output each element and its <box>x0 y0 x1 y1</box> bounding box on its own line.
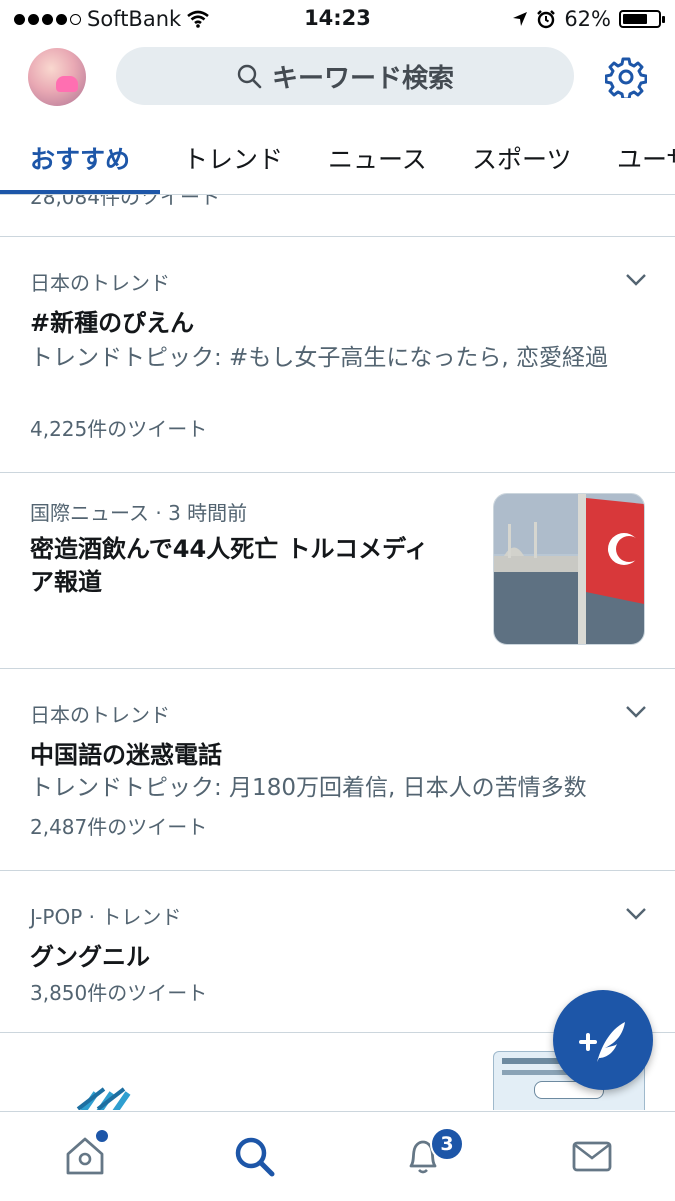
news-title: 密造酒飲んで44人死亡 トルコメディア報道 <box>30 535 429 596</box>
trend-item[interactable]: 日本のトレンド 中国語の迷惑電話 トレンドトピック: 月180万回着信, 日本人… <box>0 669 675 871</box>
chevron-down-icon[interactable] <box>625 907 647 921</box>
trend-title: グングニル <box>30 943 150 971</box>
status-right: 62% <box>512 7 665 31</box>
news-thumbnail[interactable] <box>493 493 645 645</box>
search-placeholder: キーワード検索 <box>271 63 454 94</box>
tweet-count: 4,225件のツイート <box>30 417 208 441</box>
alarm-icon <box>537 10 556 29</box>
tweet-count: 28,084件のツイート <box>30 195 220 209</box>
tab-users[interactable]: ユーザ <box>617 140 675 176</box>
trend-category: J-POP · トレンド <box>30 905 182 929</box>
home-new-indicator <box>94 1128 110 1144</box>
item-image <box>76 1087 131 1110</box>
news-category: 国際ニュース · 3 時間前 <box>30 501 248 525</box>
gear-icon[interactable] <box>605 56 647 98</box>
avatar[interactable] <box>28 48 86 106</box>
status-bar: SoftBank 14:23 62% <box>0 0 675 38</box>
trend-title: 中国語の迷惑電話 <box>30 741 222 769</box>
trend-category: 日本のトレンド <box>30 271 170 295</box>
tab-trends[interactable]: トレンド <box>183 140 283 176</box>
trend-item[interactable]: 日本のトレンド #新種のぴえん トレンドトピック: #もし女子高生になったら, … <box>0 237 675 473</box>
news-item[interactable]: 国際ニュース · 3 時間前 密造酒飲んで44人死亡 トルコメディア報道 <box>0 473 675 669</box>
active-tab-indicator <box>0 190 160 194</box>
tab-sports[interactable]: スポーツ <box>472 140 572 176</box>
tweet-count: 2,487件のツイート <box>30 815 208 839</box>
messages-envelope-icon[interactable] <box>570 1134 614 1178</box>
explore-tabs: おすすめ トレンド ニュース スポーツ ユーザ <box>0 122 675 195</box>
chevron-down-icon[interactable] <box>625 705 647 719</box>
trend-category: 日本のトレンド <box>30 703 170 727</box>
location-arrow-icon <box>513 12 528 26</box>
bottom-tab-bar <box>0 1111 675 1201</box>
trend-topic: トレンドトピック: #もし女子高生になったら, 恋愛経過 <box>30 345 608 371</box>
list-item[interactable]: 28,084件のツイート <box>0 195 675 237</box>
tweet-count: 3,850件のツイート <box>30 981 208 1005</box>
tab-recommended[interactable]: おすすめ <box>30 140 130 176</box>
battery-icon <box>619 10 665 28</box>
search-icon <box>237 64 262 89</box>
battery-percent: 62% <box>564 7 611 31</box>
trend-title: #新種のぴえん <box>30 309 195 337</box>
trend-feed: 28,084件のツイート 日本のトレンド #新種のぴえん トレンドトピック: #… <box>0 195 675 1110</box>
istanbul-flag-image <box>494 494 644 644</box>
notification-badge: 3 <box>430 1127 464 1161</box>
chevron-down-icon[interactable] <box>625 273 647 287</box>
compose-feather-icon <box>579 1022 625 1062</box>
search-tab-icon[interactable] <box>232 1134 276 1178</box>
tab-news[interactable]: ニュース <box>328 140 427 176</box>
compose-tweet-button[interactable] <box>553 990 653 1090</box>
search-input[interactable]: キーワード検索 <box>116 47 574 105</box>
trend-topic: トレンドトピック: 月180万回着信, 日本人の苦情多数 <box>30 775 587 801</box>
explore-header: キーワード検索 <box>0 38 675 122</box>
